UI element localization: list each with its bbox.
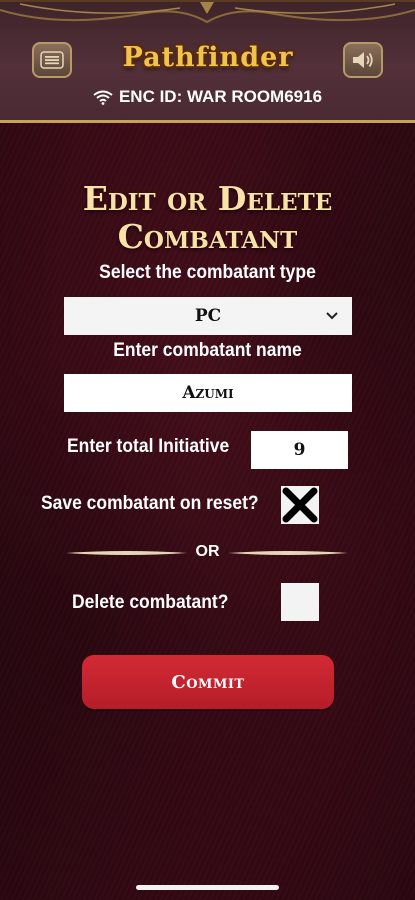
page-title-line2: Combatant — [117, 217, 298, 256]
chevron-down-icon — [326, 312, 338, 320]
sound-button[interactable] — [343, 42, 383, 78]
home-indicator[interactable] — [136, 885, 279, 890]
delete-combatant-checkbox[interactable] — [281, 583, 319, 621]
or-label: OR — [195, 543, 220, 560]
app-header: Pathfinder ENC ID: WAR ROOM6916 — [0, 0, 415, 123]
combatant-type-value: PC — [194, 306, 222, 326]
combatant-name-value: Azumi — [182, 383, 234, 403]
pathfinder-logo: Pathfinder — [122, 41, 294, 73]
header-ornament — [0, 2, 415, 24]
encounter-id-text: ENC ID: WAR ROOM6916 — [118, 87, 323, 106]
hamburger-menu-icon — [40, 51, 64, 69]
speaker-icon — [353, 52, 373, 68]
checkmark-x-icon — [282, 487, 318, 523]
initiative-value: 9 — [293, 440, 306, 460]
name-label: Enter combatant name — [113, 340, 302, 361]
save-on-reset-checkbox[interactable] — [281, 486, 319, 524]
commit-button[interactable]: Commit — [82, 655, 334, 709]
save-on-reset-label: Save combatant on reset? — [41, 493, 259, 514]
menu-button[interactable] — [32, 42, 72, 78]
wifi-icon — [93, 90, 113, 105]
combatant-name-input[interactable]: Azumi — [64, 374, 352, 412]
page-title: Edit or Delete Combatant — [0, 180, 415, 256]
combatant-type-select[interactable]: PC — [64, 297, 352, 335]
commit-label: Commit — [171, 671, 245, 693]
initiative-label: Enter total Initiative — [67, 436, 230, 457]
encounter-id-row: ENC ID: WAR ROOM6916 — [0, 86, 415, 108]
initiative-input[interactable]: 9 — [251, 431, 348, 469]
type-label: Select the combatant type — [99, 262, 316, 283]
delete-label: Delete combatant? — [72, 592, 229, 613]
page-title-line1: Edit or Delete — [82, 179, 333, 218]
